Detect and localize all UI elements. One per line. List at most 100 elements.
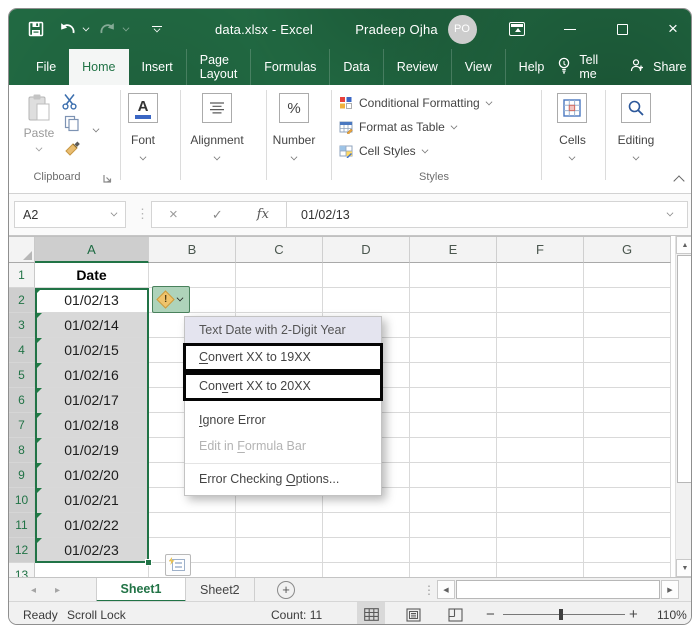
cell-f9[interactable] — [497, 463, 584, 488]
cell-d12[interactable] — [323, 538, 410, 563]
format-painter-icon[interactable] — [64, 141, 80, 160]
menu-item-error-checking-options[interactable]: Error Checking Options... — [185, 463, 381, 492]
cell-a9[interactable]: 01/02/20 — [35, 463, 149, 488]
tab-home[interactable]: Home — [69, 49, 129, 85]
menu-item-ignore-error[interactable]: Ignore Error — [185, 407, 381, 433]
cell-g2[interactable] — [584, 288, 671, 313]
page-break-view-button[interactable] — [441, 602, 469, 624]
horizontal-scroll-thumb[interactable] — [456, 580, 660, 599]
menu-item-convert-xx-to-19xx[interactable]: Convert XX to 19XX — [183, 343, 383, 372]
name-box-dropdown-icon[interactable] — [110, 209, 118, 217]
error-options-button[interactable]: ! — [152, 286, 190, 313]
number-dropdown-icon[interactable] — [290, 149, 298, 163]
number-format-button[interactable]: % — [279, 93, 309, 123]
cell-f1[interactable] — [497, 263, 584, 288]
row-header-5[interactable]: 5 — [9, 363, 35, 388]
cell-d1[interactable] — [323, 263, 410, 288]
cell-f13[interactable] — [497, 563, 584, 577]
quick-analysis-button[interactable] — [165, 554, 191, 576]
cell-a8[interactable]: 01/02/19 — [35, 438, 149, 463]
redo-dropdown-icon[interactable] — [121, 9, 131, 49]
cell-e8[interactable] — [410, 438, 497, 463]
vertical-scrollbar[interactable]: ▲ ▼ — [675, 236, 691, 577]
cell-e13[interactable] — [410, 563, 497, 577]
cell-c13[interactable] — [236, 563, 323, 577]
cell-g11[interactable] — [584, 513, 671, 538]
column-header-f[interactable]: F — [497, 237, 584, 263]
cell-a2[interactable]: 01/02/13 — [35, 288, 149, 313]
cell-g8[interactable] — [584, 438, 671, 463]
new-sheet-button[interactable]: + — [277, 581, 295, 599]
conditional-formatting-button[interactable]: Conditional Formatting — [339, 95, 493, 111]
column-header-e[interactable]: E — [410, 237, 497, 263]
undo-dropdown-icon[interactable] — [81, 9, 91, 49]
next-sheet-icon[interactable]: ▸ — [55, 578, 60, 602]
enter-icon[interactable]: ✓ — [212, 207, 223, 223]
row-header-10[interactable]: 10 — [9, 488, 35, 513]
cell-f8[interactable] — [497, 438, 584, 463]
column-header-d[interactable]: D — [323, 237, 410, 263]
cell-g1[interactable] — [584, 263, 671, 288]
normal-view-button[interactable] — [357, 602, 385, 624]
cell-b11[interactable] — [149, 513, 236, 538]
customize-quick-access-icon[interactable] — [147, 9, 167, 49]
menu-item-convert-xx-to-20xx[interactable]: Convert XX to 20XX — [183, 372, 383, 401]
vertical-scroll-thumb[interactable] — [677, 255, 691, 483]
select-all-button[interactable] — [9, 237, 35, 263]
sheet-tab-sheet2[interactable]: Sheet2 — [186, 578, 255, 602]
cell-f11[interactable] — [497, 513, 584, 538]
row-header-13[interactable]: 13 — [9, 563, 35, 577]
cell-g9[interactable] — [584, 463, 671, 488]
cell-a6[interactable]: 01/02/17 — [35, 388, 149, 413]
cell-f3[interactable] — [497, 313, 584, 338]
cell-g4[interactable] — [584, 338, 671, 363]
cell-d11[interactable] — [323, 513, 410, 538]
cell-e6[interactable] — [410, 388, 497, 413]
editing-button[interactable] — [621, 93, 651, 123]
alignment-dropdown-icon[interactable] — [213, 149, 221, 163]
cell-e1[interactable] — [410, 263, 497, 288]
share-label[interactable]: Share — [653, 60, 686, 74]
sheetbar-grip-icon[interactable]: ⋮ — [423, 578, 435, 602]
cell-f4[interactable] — [497, 338, 584, 363]
save-icon[interactable] — [23, 9, 49, 49]
cancel-icon[interactable]: × — [169, 206, 178, 223]
cells-dropdown-icon[interactable] — [568, 149, 576, 163]
maximize-button[interactable] — [611, 9, 633, 49]
clipboard-dialog-launcher-icon[interactable] — [103, 172, 112, 186]
cell-c11[interactable] — [236, 513, 323, 538]
tab-view[interactable]: View — [450, 49, 505, 85]
tab-page-layout[interactable]: Page Layout — [185, 49, 251, 85]
cell-e5[interactable] — [410, 363, 497, 388]
row-header-1[interactable]: 1 — [9, 263, 35, 288]
tab-file[interactable]: File — [23, 49, 69, 85]
cell-a11[interactable]: 01/02/22 — [35, 513, 149, 538]
cell-c12[interactable] — [236, 538, 323, 563]
hscroll-left-icon[interactable]: ◀ — [437, 580, 455, 599]
cell-g13[interactable] — [584, 563, 671, 577]
row-header-7[interactable]: 7 — [9, 413, 35, 438]
cell-c2[interactable] — [236, 288, 323, 313]
row-header-12[interactable]: 12 — [9, 538, 35, 563]
copy-icon[interactable] — [64, 115, 80, 135]
tab-formulas[interactable]: Formulas — [250, 49, 329, 85]
editing-dropdown-icon[interactable] — [632, 149, 640, 163]
zoom-slider[interactable] — [503, 609, 625, 620]
cell-a10[interactable]: 01/02/21 — [35, 488, 149, 513]
redo-button[interactable] — [95, 9, 119, 49]
zoom-level[interactable]: 110% — [657, 602, 687, 624]
tell-me-label[interactable]: Tell me — [579, 53, 598, 81]
cell-a5[interactable]: 01/02/16 — [35, 363, 149, 388]
font-settings-button[interactable]: A — [128, 93, 158, 123]
tab-help[interactable]: Help — [504, 49, 558, 85]
paste-button[interactable]: Paste — [19, 93, 59, 154]
row-header-6[interactable]: 6 — [9, 388, 35, 413]
close-button[interactable]: × — [662, 9, 684, 49]
column-header-g[interactable]: G — [584, 237, 671, 263]
cell-styles-button[interactable]: Cell Styles — [339, 143, 429, 159]
cell-g6[interactable] — [584, 388, 671, 413]
cell-g10[interactable] — [584, 488, 671, 513]
cell-d13[interactable] — [323, 563, 410, 577]
cell-f10[interactable] — [497, 488, 584, 513]
minimize-button[interactable] — [559, 9, 581, 49]
